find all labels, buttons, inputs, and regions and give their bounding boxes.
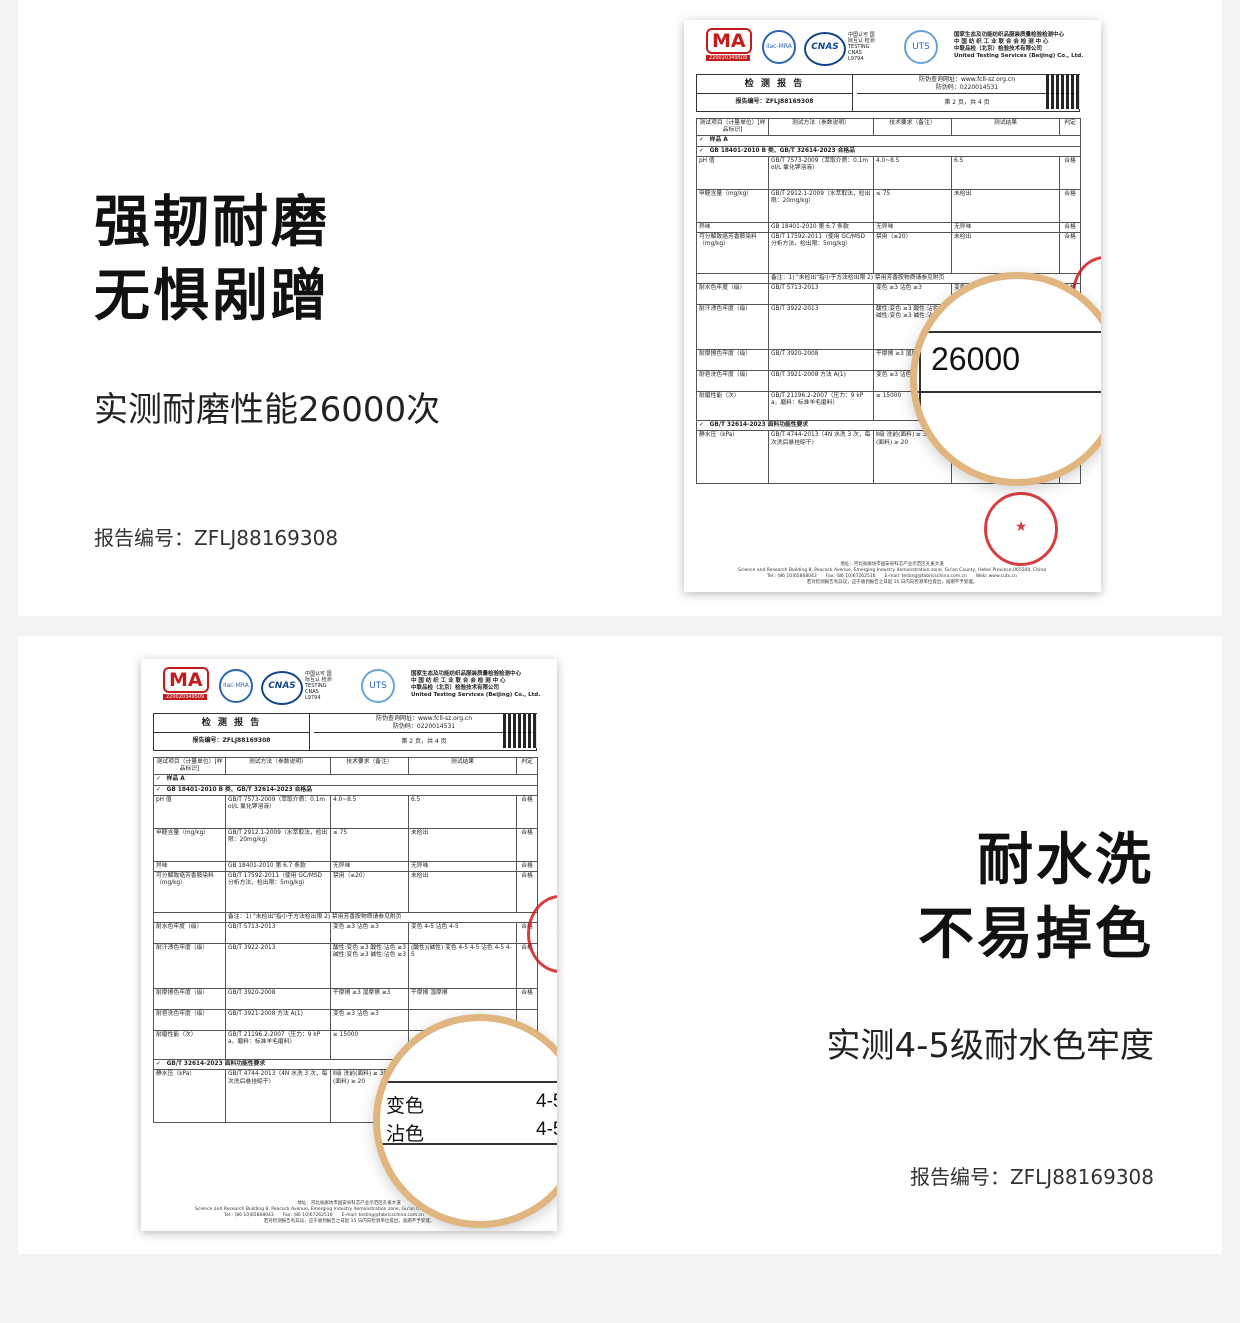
cma-logo: MA xyxy=(706,28,752,54)
sample-row: ✓ 样品 A xyxy=(696,135,1081,147)
page-indicator: 第 2 页，共 4 页 xyxy=(314,732,534,751)
cnas-text: 中国认可 国际互认 检测 TESTING CNAS L9794 xyxy=(305,671,332,701)
abrasion-subtitle: 实测耐磨性能26000次 xyxy=(94,390,441,430)
table-row: 甲醛含量（mg/kg） GB/T 2912.1-2009（水萃取法，检出限：20m… xyxy=(153,827,538,862)
table-row: 甲醛含量（mg/kg） GB/T 2912.1-2009（水萃取法，检出限：20m… xyxy=(696,188,1081,223)
table-row: 异味 GB 18401-2010 第 6.7 条款 无异味 无异味 合格 xyxy=(696,221,1081,234)
cma-logo: MA xyxy=(163,667,209,693)
qr-code xyxy=(503,714,537,748)
lab-name: 国家生态及功能纺织品服装质量检验检测中心中 国 纺 织 工 业 联 合 会 检 … xyxy=(954,32,1084,59)
lab-name: 国家生态及功能纺织品服装质量检验检测中心中 国 纺 织 工 业 联 合 会 检 … xyxy=(411,671,541,698)
qr-code xyxy=(1046,75,1080,109)
magnified-value-fade: 4-5 xyxy=(536,1091,557,1112)
title-line-1: 耐水洗 xyxy=(977,828,1154,893)
table-row: pH 值 GB/T 7573-2009（萃取介质：0.1mol/L 氯化钾溶液） 4… xyxy=(696,155,1081,190)
magnified-label-fade: 变色 xyxy=(386,1095,425,1117)
report-header: 检 测 报 告 报告编号：ZFLJ88169308 防伪查询网址：www.fcl… xyxy=(696,74,1080,112)
table-row: 可分解致癌芳香胺染料（mg/kg） GB/T 17592-2011（使用 GC/M… xyxy=(696,232,1081,275)
doc-report-number: 报告编号：ZFLJ88169308 xyxy=(697,93,853,111)
table-row: 耐水色牢度（级）GB/T 5713-2013变色 ≥3 沾色 ≥3变色 4-5 … xyxy=(153,922,538,945)
sample-row: ✓ 样品 A xyxy=(153,774,538,786)
report-footer: 地址：河北省廊坊市国安县科芯产业示范区孔雀大道 Science and Resea… xyxy=(737,562,1046,585)
table-row: 耐汗渍色牢度（级） GB/T 3922-2013 酸性:变色 ≥3 酸性:沾色 ≥3… xyxy=(153,943,538,990)
uts-logo: UTS xyxy=(904,30,938,64)
cma-number: 220020349509 xyxy=(706,55,751,61)
cnas-text: 中国认可 国际互认 检测 TESTING CNAS L9794 xyxy=(848,32,875,62)
certification-logos: MA 220020349509 ilac-MRA CNAS 中国认可 国际互认 … xyxy=(706,28,1086,68)
title-line-2: 不易掉色 xyxy=(918,902,1154,967)
cnas-logo: CNAS xyxy=(804,32,846,66)
report-number: 报告编号：ZFLJ88169308 xyxy=(909,1165,1154,1189)
table-row: 异味 GB 18401-2010 第 6.7 条款 无异味 无异味 合格 xyxy=(153,860,538,873)
report-number: 报告编号：ZFLJ88169308 xyxy=(94,526,339,550)
wash-fastness-panel: MA 220020349509 ilac-MRA CNAS 中国认可 国际互认 … xyxy=(18,636,1222,1254)
cnas-logo: CNAS xyxy=(261,671,303,705)
magnified-abrasion-value: 26000 xyxy=(931,341,1020,377)
title-line-1: 强韧耐磨 xyxy=(94,190,330,255)
test-report-image: MA 220020349509 ilac-MRA CNAS 中国认可 国际互认 … xyxy=(684,20,1101,592)
test-report-image: MA 220020349509 ilac-MRA CNAS 中国认可 国际互认 … xyxy=(141,659,557,1231)
table-header-row: 测试项目（计量单位）[样品标识] 测试方法（参数说明） 技术要求（备注） 测试结果 判定 xyxy=(696,117,1081,137)
table-row: pH 值 GB/T 7573-2009（萃取介质：0.1mol/L 氯化钾溶液） 4… xyxy=(153,794,538,829)
doc-title: 检 测 报 告 xyxy=(154,714,310,733)
magnified-value-stain: 4-5 xyxy=(536,1119,557,1140)
doc-report-number: 报告编号：ZFLJ88169308 xyxy=(154,732,310,750)
verify-info: 防伪查询网址：www.fcll-sz.org.cn 防伪码：0220014531 xyxy=(375,715,473,730)
standard-row: ✓ GB 18401-2010 B 类、GB/T 32614-2023 合格品 xyxy=(153,784,538,796)
verify-info: 防伪查询网址：www.fcll-sz.org.cn 防伪码：0220014531 xyxy=(918,76,1016,91)
abrasion-panel: 强韧耐磨 无惧剐蹭 实测耐磨性能26000次 报告编号：ZFLJ88169308… xyxy=(18,0,1222,616)
abrasion-title: 强韧耐磨 无惧剐蹭 xyxy=(94,186,330,334)
wash-title: 耐水洗 不易掉色 xyxy=(918,824,1154,972)
ilac-mra-logo: ilac-MRA xyxy=(219,669,253,703)
magnified-label-stain: 沾色 xyxy=(386,1123,425,1145)
certification-logos: MA 220020349509 ilac-MRA CNAS 中国认可 国际互认 … xyxy=(163,667,543,707)
ilac-mra-logo: ilac-MRA xyxy=(762,30,796,64)
page-indicator: 第 2 页，共 4 页 xyxy=(857,93,1077,112)
red-seal-stamp: ★ xyxy=(984,492,1058,566)
title-line-2: 无惧剐蹭 xyxy=(94,264,330,329)
note-row: 备注：1) "未检出"指小于方法检出限 2) 禁用芳香胺物质请参见附页 xyxy=(153,912,538,924)
cma-number: 220020349509 xyxy=(163,694,208,700)
table-row: 可分解致癌芳香胺染料（mg/kg） GB/T 17592-2011（使用 GC/M… xyxy=(153,871,538,914)
standard-row: ✓ GB 18401-2010 B 类、GB/T 32614-2023 合格品 xyxy=(696,145,1081,157)
report-header: 检 测 报 告 报告编号：ZFLJ88169308 防伪查询网址：www.fcl… xyxy=(153,713,537,751)
doc-title: 检 测 报 告 xyxy=(697,75,853,94)
wash-subtitle: 实测4-5级耐水色牢度 xyxy=(826,1026,1154,1066)
table-row: 耐摩擦色牢度（级）GB/T 3920-2008干摩擦 ≥3 湿摩擦 ≥3干摩擦 … xyxy=(153,988,538,1011)
uts-logo: UTS xyxy=(361,669,395,703)
table-header-row: 测试项目（计量单位）[样品标识] 测试方法（参数说明） 技术要求（备注） 测试结果 判定 xyxy=(153,756,538,776)
